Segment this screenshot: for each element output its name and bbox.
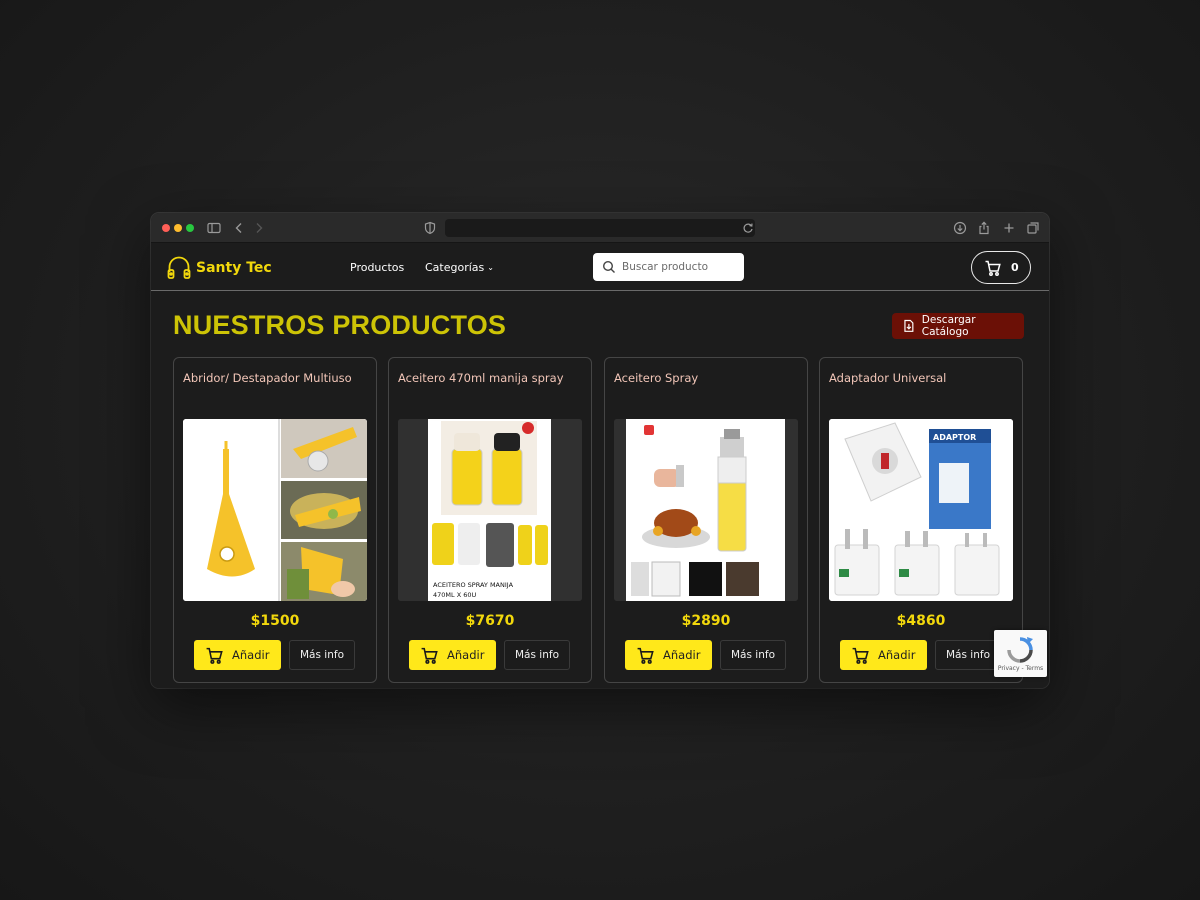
- image-caption-line-2: 470ML X 60U: [433, 591, 476, 599]
- shopping-cart-icon: [420, 646, 439, 665]
- headphones-icon: [166, 255, 192, 281]
- product-name[interactable]: Adaptador Universal: [829, 371, 946, 385]
- site-header: Santy Tec Productos Categorías⌄ 0: [151, 243, 1049, 291]
- shopping-cart-icon: [851, 646, 870, 665]
- product-name[interactable]: Aceitero 470ml manija spray: [398, 371, 564, 385]
- search-icon: [602, 260, 616, 274]
- product-image[interactable]: [614, 419, 798, 601]
- add-to-cart-button[interactable]: Añadir: [409, 640, 496, 670]
- product-price: $1500: [250, 613, 300, 629]
- minimize-window-button[interactable]: [174, 224, 182, 232]
- shopping-cart-icon: [984, 259, 1002, 277]
- product-image[interactable]: ADAPTOR: [829, 419, 1013, 601]
- address-bar[interactable]: [445, 219, 755, 237]
- add-to-cart-label: Añadir: [878, 648, 916, 662]
- product-card: Aceitero Spray $2890 Añadir Más info: [604, 357, 808, 683]
- product-name[interactable]: Aceitero Spray: [614, 371, 698, 385]
- browser-titlebar: [151, 213, 1049, 243]
- nav-categories-label: Categorías: [425, 261, 485, 274]
- downloads-icon[interactable]: [952, 220, 968, 236]
- more-info-button[interactable]: Más info: [935, 640, 1001, 670]
- product-image[interactable]: ACEITERO SPRAY MANIJA 470ML X 60U: [398, 419, 582, 601]
- privacy-shield-icon[interactable]: [422, 220, 438, 236]
- add-to-cart-label: Añadir: [447, 648, 485, 662]
- recaptcha-icon: [1006, 636, 1034, 664]
- more-info-button[interactable]: Más info: [720, 640, 786, 670]
- back-icon[interactable]: [231, 220, 247, 236]
- image-caption-line-1: ADAPTOR: [933, 433, 976, 442]
- shopping-cart-icon: [205, 646, 224, 665]
- shopping-cart-icon: [636, 646, 655, 665]
- store-page: Santy Tec Productos Categorías⌄ 0 NUESTR…: [151, 243, 1049, 688]
- product-price: $7670: [465, 613, 515, 629]
- tab-overview-icon[interactable]: [1025, 220, 1041, 236]
- product-card: Adaptador Universal ADAPTOR $4860 Añadir…: [819, 357, 1023, 683]
- recaptcha-badge[interactable]: Privacy - Terms: [994, 630, 1047, 677]
- cart-button[interactable]: 0: [971, 251, 1031, 284]
- add-to-cart-button[interactable]: Añadir: [840, 640, 927, 670]
- chevron-down-icon: ⌄: [487, 263, 494, 272]
- nav-categories-dropdown[interactable]: Categorías ⌄: [425, 261, 494, 274]
- recaptcha-terms[interactable]: Privacy - Terms: [994, 665, 1047, 672]
- download-catalog-button[interactable]: Descargar Catálogo: [892, 313, 1024, 339]
- product-image[interactable]: [183, 419, 367, 601]
- add-to-cart-button[interactable]: Añadir: [625, 640, 712, 670]
- maximize-window-button[interactable]: [186, 224, 194, 232]
- download-catalog-label: Descargar Catálogo: [921, 314, 976, 338]
- new-tab-icon[interactable]: [1001, 220, 1017, 236]
- more-info-button[interactable]: Más info: [504, 640, 570, 670]
- nav-products-link[interactable]: Productos: [350, 261, 404, 274]
- product-card: Abridor/ Destapador Multiuso $1500 Añadi…: [173, 357, 377, 683]
- more-info-button[interactable]: Más info: [289, 640, 355, 670]
- add-to-cart-label: Añadir: [232, 648, 270, 662]
- add-to-cart-label: Añadir: [663, 648, 701, 662]
- browser-window: Santy Tec Productos Categorías⌄ 0 NUESTR…: [151, 213, 1049, 688]
- image-caption-line-1: ACEITERO SPRAY MANIJA: [433, 581, 514, 589]
- add-to-cart-button[interactable]: Añadir: [194, 640, 281, 670]
- brand-name: Santy Tec: [196, 260, 272, 276]
- page-title: NUESTROS PRODUCTOS: [173, 310, 507, 340]
- reload-icon[interactable]: [740, 220, 756, 236]
- sidebar-icon[interactable]: [206, 220, 222, 236]
- product-card: Aceitero 470ml manija spray ACEITERO SPR…: [388, 357, 592, 683]
- search-input[interactable]: [622, 261, 732, 273]
- file-download-icon: [902, 319, 916, 333]
- product-name[interactable]: Abridor/ Destapador Multiuso: [183, 371, 352, 385]
- close-window-button[interactable]: [162, 224, 170, 232]
- product-price: $4860: [896, 613, 946, 629]
- share-icon[interactable]: [976, 220, 992, 236]
- brand-logo[interactable]: Santy Tec: [166, 255, 272, 281]
- search-box[interactable]: [593, 253, 744, 281]
- product-price: $2890: [681, 613, 731, 629]
- cart-count: 0: [1011, 261, 1019, 274]
- forward-icon[interactable]: [251, 220, 267, 236]
